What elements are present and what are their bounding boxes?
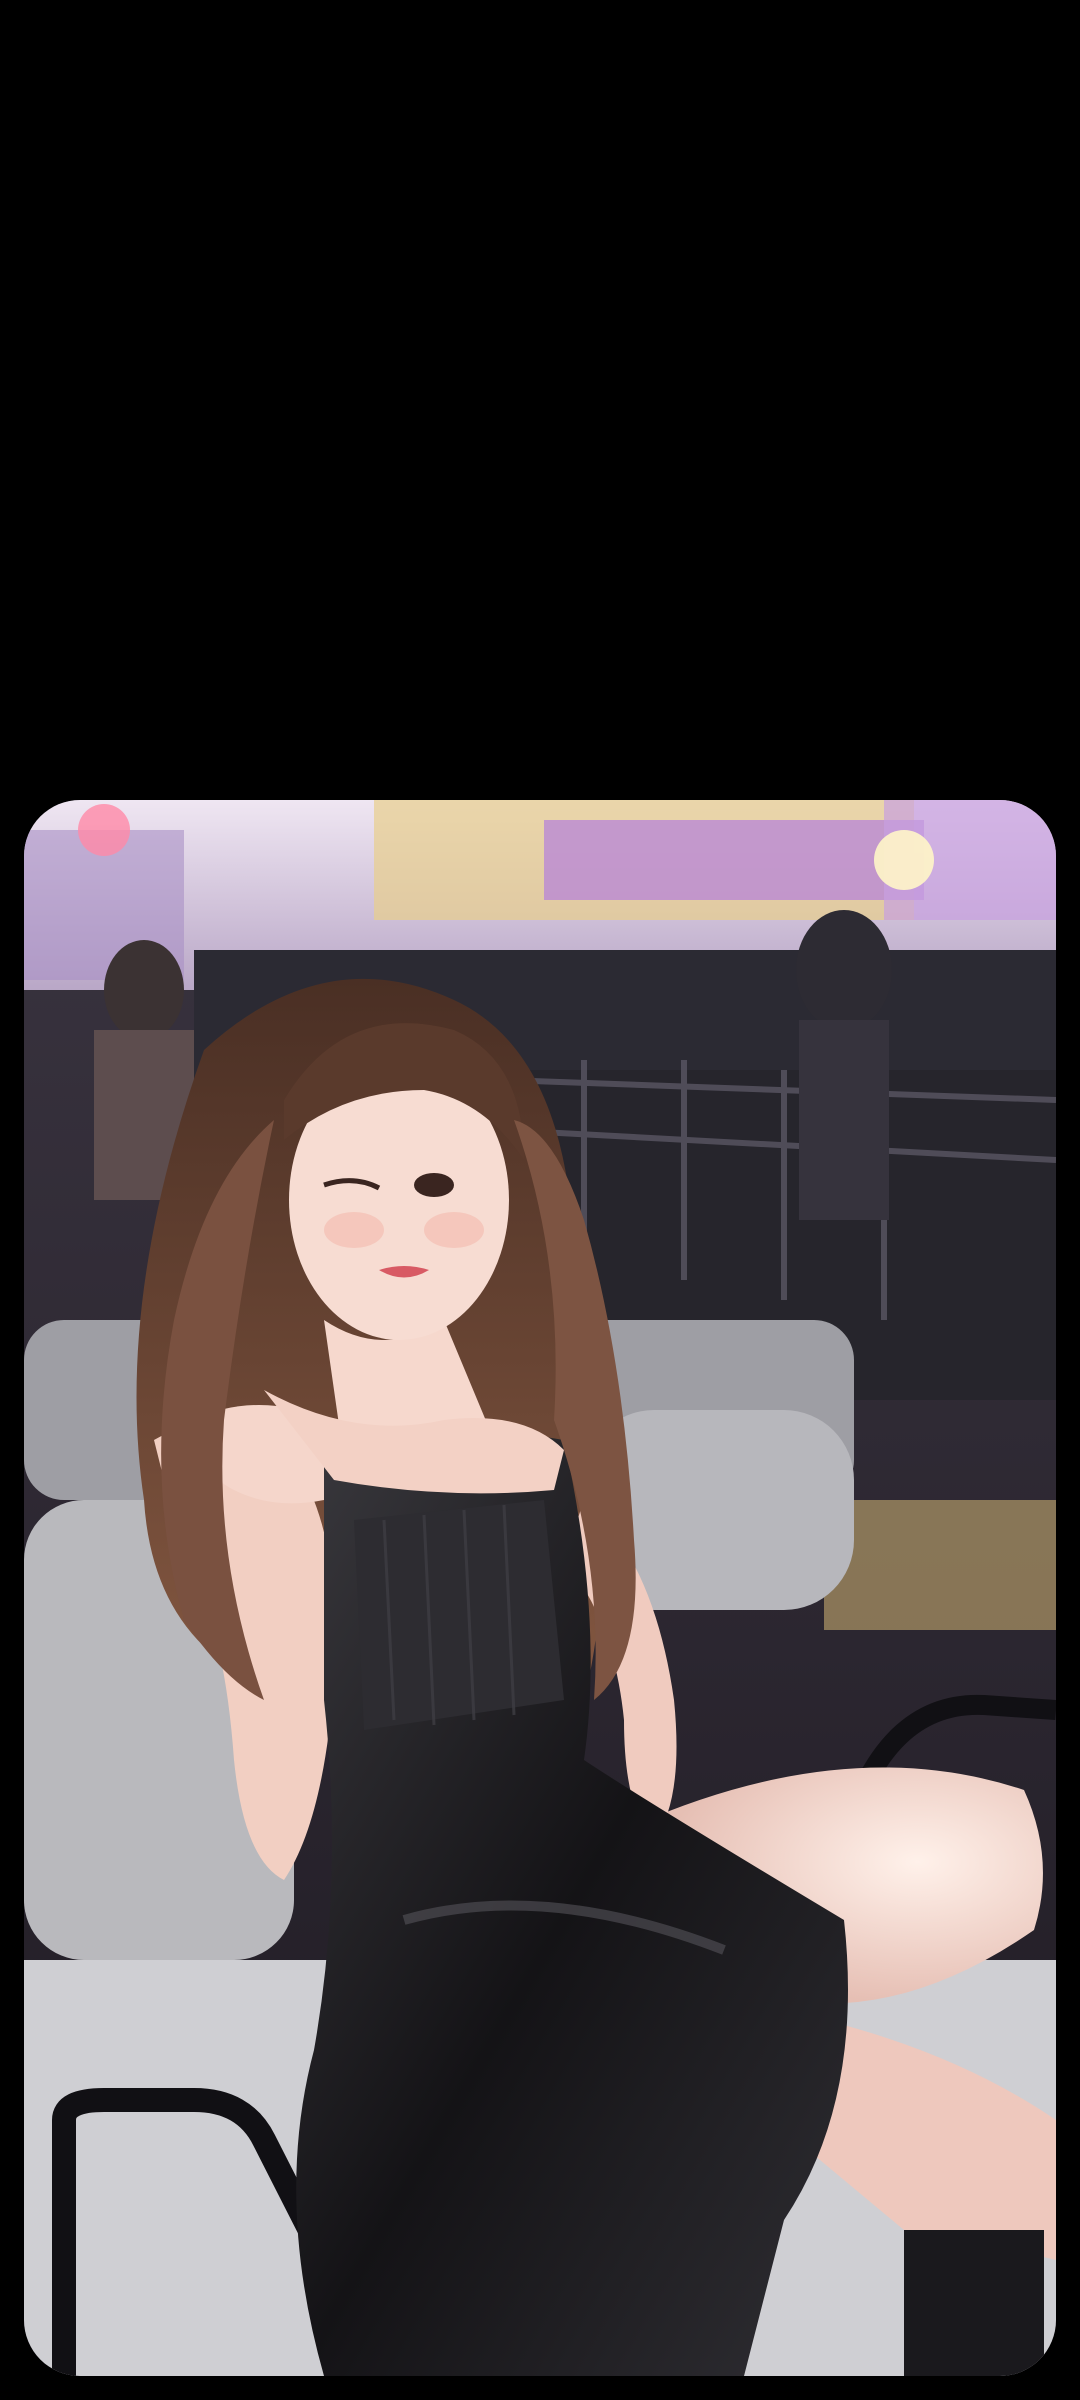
photo-image[interactable] <box>24 800 1056 2376</box>
photo-viewer-screen <box>0 0 1080 2400</box>
photo-illustration <box>24 800 1056 2376</box>
